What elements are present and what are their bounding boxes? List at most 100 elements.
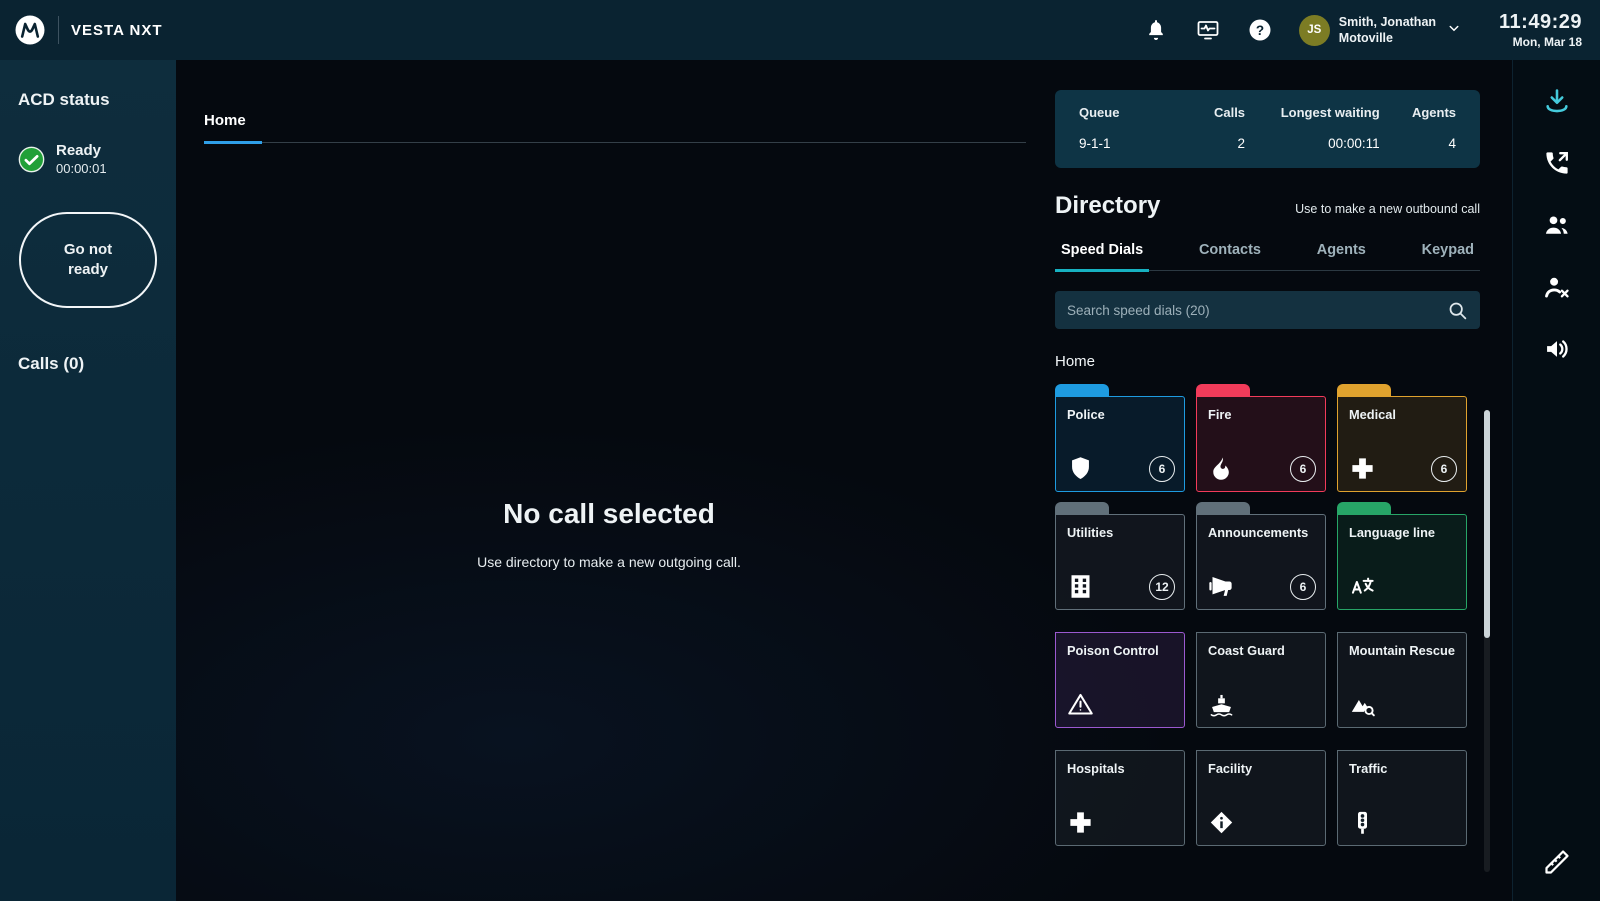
folder-tab (1055, 384, 1109, 396)
agents-people-icon[interactable] (1542, 210, 1572, 240)
clock-date: Mon, Mar 18 (1499, 35, 1582, 49)
no-call-message: No call selected Use directory to make a… (176, 498, 1042, 570)
queue-row-agents[interactable]: 4 (1380, 136, 1456, 151)
tile-label: Police (1056, 397, 1184, 422)
help-icon[interactable]: ? (1247, 17, 1273, 43)
phone-transfer-icon[interactable] (1542, 148, 1572, 178)
scrollbar-thumb[interactable] (1484, 410, 1490, 638)
search-input[interactable] (1067, 303, 1447, 318)
speed-dial-tile-facility[interactable]: Facility (1196, 738, 1326, 846)
clock: 11:49:29 Mon, Mar 18 (1499, 11, 1582, 49)
count-badge: 6 (1431, 456, 1457, 482)
brand-cluster: VESTA NXT (14, 14, 163, 46)
svg-text:?: ? (1256, 23, 1264, 38)
police-badge-icon (1067, 455, 1094, 482)
tab-contacts[interactable]: Contacts (1193, 236, 1267, 270)
megaphone-icon (1208, 573, 1235, 600)
pull-call-icon[interactable] (1542, 86, 1572, 116)
speed-dial-grid: Police 6 Fire (1055, 384, 1467, 846)
traffic-light-icon (1349, 809, 1376, 836)
speed-dial-tile-police[interactable]: Police 6 (1055, 384, 1185, 492)
user-menu[interactable]: JS Smith, Jonathan Motoville (1299, 14, 1463, 47)
warning-triangle-icon (1067, 691, 1094, 718)
volume-speaker-icon[interactable] (1542, 334, 1572, 364)
directory-hint: Use to make a new outbound call (1295, 202, 1480, 216)
main-area: Home No call selected Use directory to m… (176, 60, 1512, 901)
acd-status-row: Ready 00:00:01 (18, 142, 158, 176)
acd-status-timer: 00:00:01 (56, 161, 107, 176)
calls-section-title: Calls (0) (18, 354, 158, 374)
mountain-icon (1349, 691, 1376, 718)
tile-label: Fire (1197, 397, 1325, 422)
queue-row-longest-waiting[interactable]: 00:00:11 (1245, 136, 1380, 151)
call-control-rail (1512, 60, 1600, 901)
tile-label: Facility (1197, 751, 1325, 776)
ready-check-icon (18, 146, 45, 173)
no-call-subtitle: Use directory to make a new outgoing cal… (176, 554, 1042, 570)
queue-row-name[interactable]: 9-1-1 (1079, 136, 1182, 151)
tab-agents[interactable]: Agents (1311, 236, 1372, 270)
flame-icon (1208, 455, 1235, 482)
count-badge: 6 (1290, 456, 1316, 482)
speed-dial-tile-medical[interactable]: Medical 6 (1337, 384, 1467, 492)
speed-dial-tile-traffic[interactable]: Traffic (1337, 738, 1467, 846)
boat-icon (1208, 691, 1235, 718)
clock-time: 11:49:29 (1499, 11, 1582, 34)
brand-divider (58, 16, 59, 44)
chevron-down-icon (1445, 19, 1463, 42)
speed-dial-tile-language-line[interactable]: Language line (1337, 502, 1467, 610)
queue-header: Agents (1380, 105, 1456, 136)
speed-dial-tile-coast-guard[interactable]: Coast Guard (1196, 620, 1326, 728)
go-not-ready-button[interactable]: Go not ready (19, 212, 157, 308)
folder-tab (1055, 502, 1109, 514)
speed-dial-tile-announcements[interactable]: Announcements 6 (1196, 502, 1326, 610)
tab-home[interactable]: Home (204, 112, 262, 144)
call-tabs-row: Home (204, 112, 1026, 143)
queue-header: Calls (1182, 105, 1245, 136)
directory-panel: Queue Calls Longest waiting Agents 9-1-1… (1055, 90, 1480, 846)
folder-tab (1337, 502, 1391, 514)
queue-header: Longest waiting (1245, 105, 1380, 136)
folder-tab (1196, 502, 1250, 514)
queue-row-calls[interactable]: 2 (1182, 136, 1245, 151)
medical-cross-icon (1349, 455, 1376, 482)
folder-tab (1337, 384, 1391, 396)
queue-header: Queue (1079, 105, 1182, 136)
count-badge: 12 (1149, 574, 1175, 600)
acd-sidebar: ACD status Ready 00:00:01 Go not ready C… (0, 60, 176, 901)
user-name: Smith, Jonathan Motoville (1339, 14, 1436, 47)
speed-dial-search (1055, 291, 1480, 329)
speed-dial-tile-mountain-rescue[interactable]: Mountain Rescue (1337, 620, 1467, 728)
pencil-ruler-icon[interactable] (1542, 847, 1572, 877)
search-icon[interactable] (1447, 300, 1468, 321)
speed-dial-tile-utilities[interactable]: Utilities 12 (1055, 502, 1185, 610)
queue-summary-card: Queue Calls Longest waiting Agents 9-1-1… (1055, 90, 1480, 168)
notifications-bell-icon[interactable] (1143, 17, 1169, 43)
translate-icon (1349, 573, 1376, 600)
tab-speed-dials[interactable]: Speed Dials (1055, 236, 1149, 272)
folder-tab (1196, 384, 1250, 396)
tab-keypad[interactable]: Keypad (1416, 236, 1480, 270)
facility-diamond-icon (1208, 809, 1235, 836)
tile-label: Announcements (1197, 515, 1325, 540)
avatar: JS (1299, 15, 1330, 46)
tile-label: Hospitals (1056, 751, 1184, 776)
tile-label: Traffic (1338, 751, 1466, 776)
speed-dial-tile-hospitals[interactable]: Hospitals (1055, 738, 1185, 846)
tile-label: Language line (1338, 515, 1466, 540)
tile-label: Medical (1338, 397, 1466, 422)
person-remove-icon[interactable] (1542, 272, 1572, 302)
screens-monitor-icon[interactable] (1195, 17, 1221, 43)
tile-label: Mountain Rescue (1338, 633, 1466, 658)
medical-cross-icon (1067, 809, 1094, 836)
count-badge: 6 (1290, 574, 1316, 600)
motorola-logo-icon (14, 14, 46, 46)
count-badge: 6 (1149, 456, 1175, 482)
speed-dial-tile-fire[interactable]: Fire 6 (1196, 384, 1326, 492)
acd-status-label: Ready (56, 142, 107, 159)
directory-scrollbar (1484, 410, 1490, 872)
tile-label: Coast Guard (1197, 633, 1325, 658)
brand-name: VESTA NXT (71, 22, 163, 39)
speed-dial-tile-poison-control[interactable]: Poison Control (1055, 620, 1185, 728)
vesta-nxt-screen: VESTA NXT ? JS Smith, Jonathan Motoville (0, 0, 1600, 901)
